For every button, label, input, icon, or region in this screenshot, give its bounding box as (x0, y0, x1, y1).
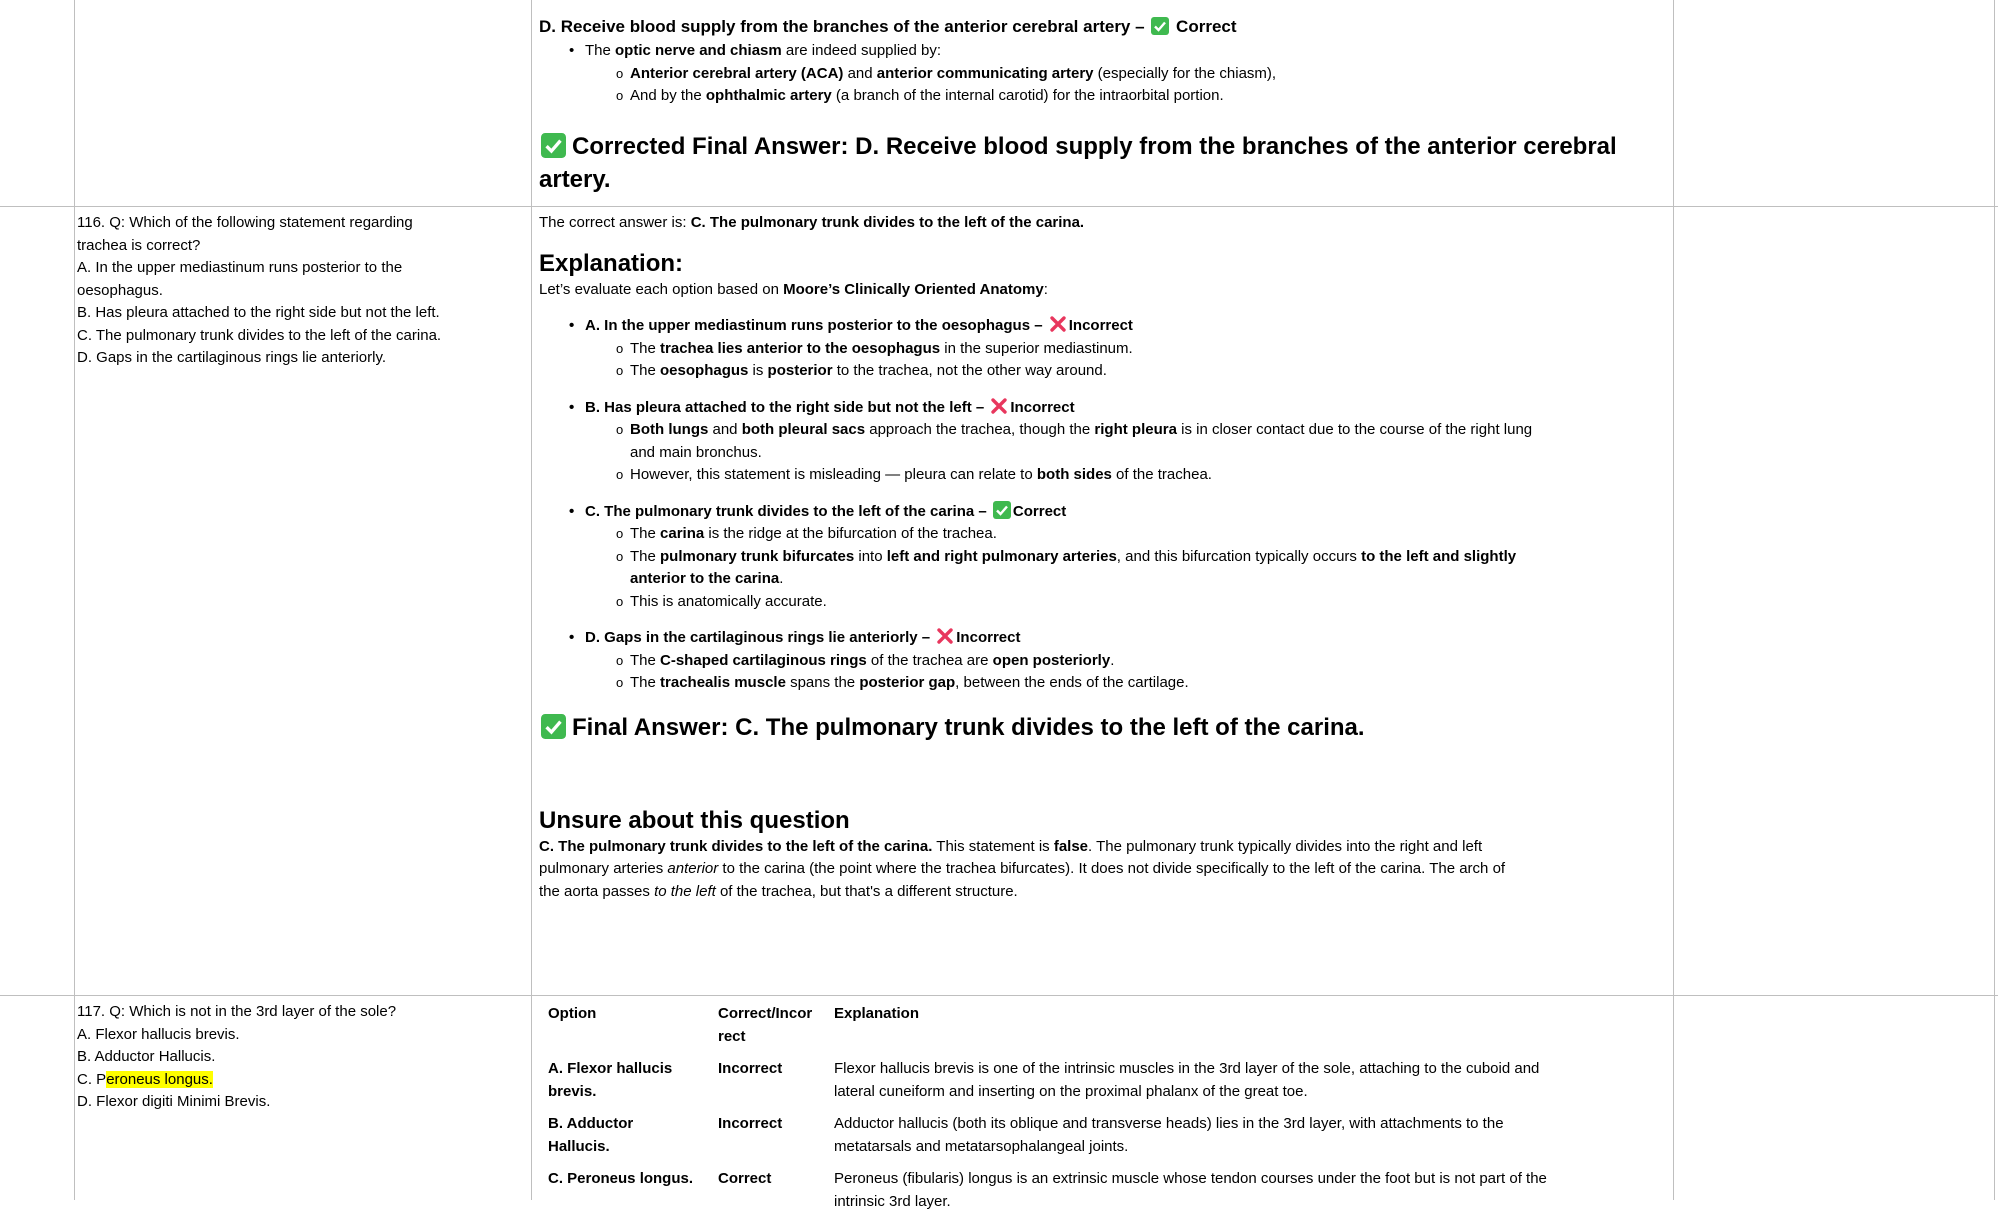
cross-icon (1050, 316, 1066, 332)
unsure-heading: Unsure about this question (539, 806, 850, 834)
option-c-bullet: C. The pulmonary trunk divides to the le… (539, 500, 1669, 524)
sub-bullet: The pulmonary trunk bifurcates into left… (539, 546, 1669, 591)
cross-icon (937, 628, 953, 644)
table-row: B. Adductor Hallucis. Incorrect Adductor … (548, 1115, 1504, 1155)
question-cell-117[interactable]: 117. Q: Which is not in the 3rd layer of… (77, 1001, 515, 1114)
row-divider (0, 206, 1998, 207)
cross-icon (991, 397, 1008, 414)
sub-bullet: Anterior cerebral artery (ACA) and anter… (539, 63, 1669, 86)
evaluate-intro: Let’s evaluate each option based on Moor… (539, 280, 1048, 298)
option-b-bullet: B. Has pleura attached to the right side… (539, 397, 1669, 420)
spreadsheet: D. Receive blood supply from the branche… (0, 0, 1998, 1210)
option-d-line: D. Receive blood supply from the branche… (539, 17, 1237, 36)
sub-bullet: However, this statement is misleading — … (539, 464, 1669, 487)
correct-answer-line: The correct answer is: C. The pulmonary … (539, 214, 1085, 231)
option-a-bullet: A. In the upper mediastinum runs posteri… (539, 315, 1669, 338)
answer-cell-117[interactable]: Option Correct/Incor rect Explanation A. … (548, 1003, 1678, 1213)
check-box-icon (1151, 17, 1170, 35)
bullet: The optic nerve and chiasm are indeed su… (539, 40, 1669, 63)
column-divider (74, 0, 75, 1200)
sub-bullet: The trachealis muscle spans the posterio… (539, 672, 1669, 695)
sub-bullet: The C-shaped cartilaginous rings of the … (539, 650, 1669, 673)
sub-bullet: The oesophagus is posterior to the trach… (539, 360, 1669, 383)
option-d-bullet: D. Gaps in the cartilaginous rings lie a… (539, 627, 1669, 650)
sub-bullet: The trachea lies anterior to the oesopha… (539, 338, 1669, 361)
table-row: A. Flexor hallucis brevis. Incorrect Flex… (548, 1060, 1540, 1100)
sub-bullet: This is anatomically accurate. (539, 591, 1669, 614)
column-divider (1994, 0, 1995, 1200)
final-answer: Final Answer: C. The pulmonary trunk div… (539, 711, 1669, 744)
check-box-icon (992, 500, 1011, 519)
sub-bullet: The carina is the ridge at the bifurcati… (539, 523, 1669, 546)
answer-cell-top[interactable]: D. Receive blood supply from the branche… (539, 14, 1669, 196)
check-box-icon (541, 713, 566, 739)
corrected-final-answer: Corrected Final Answer: D. Receive blood… (539, 132, 1617, 193)
table-header-row: Option Correct/Incor rect Explanation (548, 1005, 920, 1045)
check-box-icon (541, 132, 566, 158)
sub-bullet: Both lungs and both pleural sacs approac… (539, 419, 1669, 464)
highlighted-text: eroneus longus. (106, 1070, 213, 1088)
options-table: Option Correct/Incor rect Explanation A. … (548, 1003, 1547, 1213)
table-row: C. Peroneus longus. Correct Peroneus (fi… (548, 1170, 1547, 1210)
sub-bullet: And by the ophthalmic artery (a branch o… (539, 85, 1669, 108)
question-cell-116[interactable]: 116. Q: Which of the following statement… (77, 212, 515, 370)
unsure-text: C. The pulmonary trunk divides to the le… (539, 837, 1506, 900)
row-divider (0, 995, 1998, 996)
column-divider (531, 0, 532, 1200)
answer-cell-116[interactable]: The correct answer is: C. The pulmonary … (539, 212, 1669, 903)
explanation-heading: Explanation: (539, 249, 684, 277)
